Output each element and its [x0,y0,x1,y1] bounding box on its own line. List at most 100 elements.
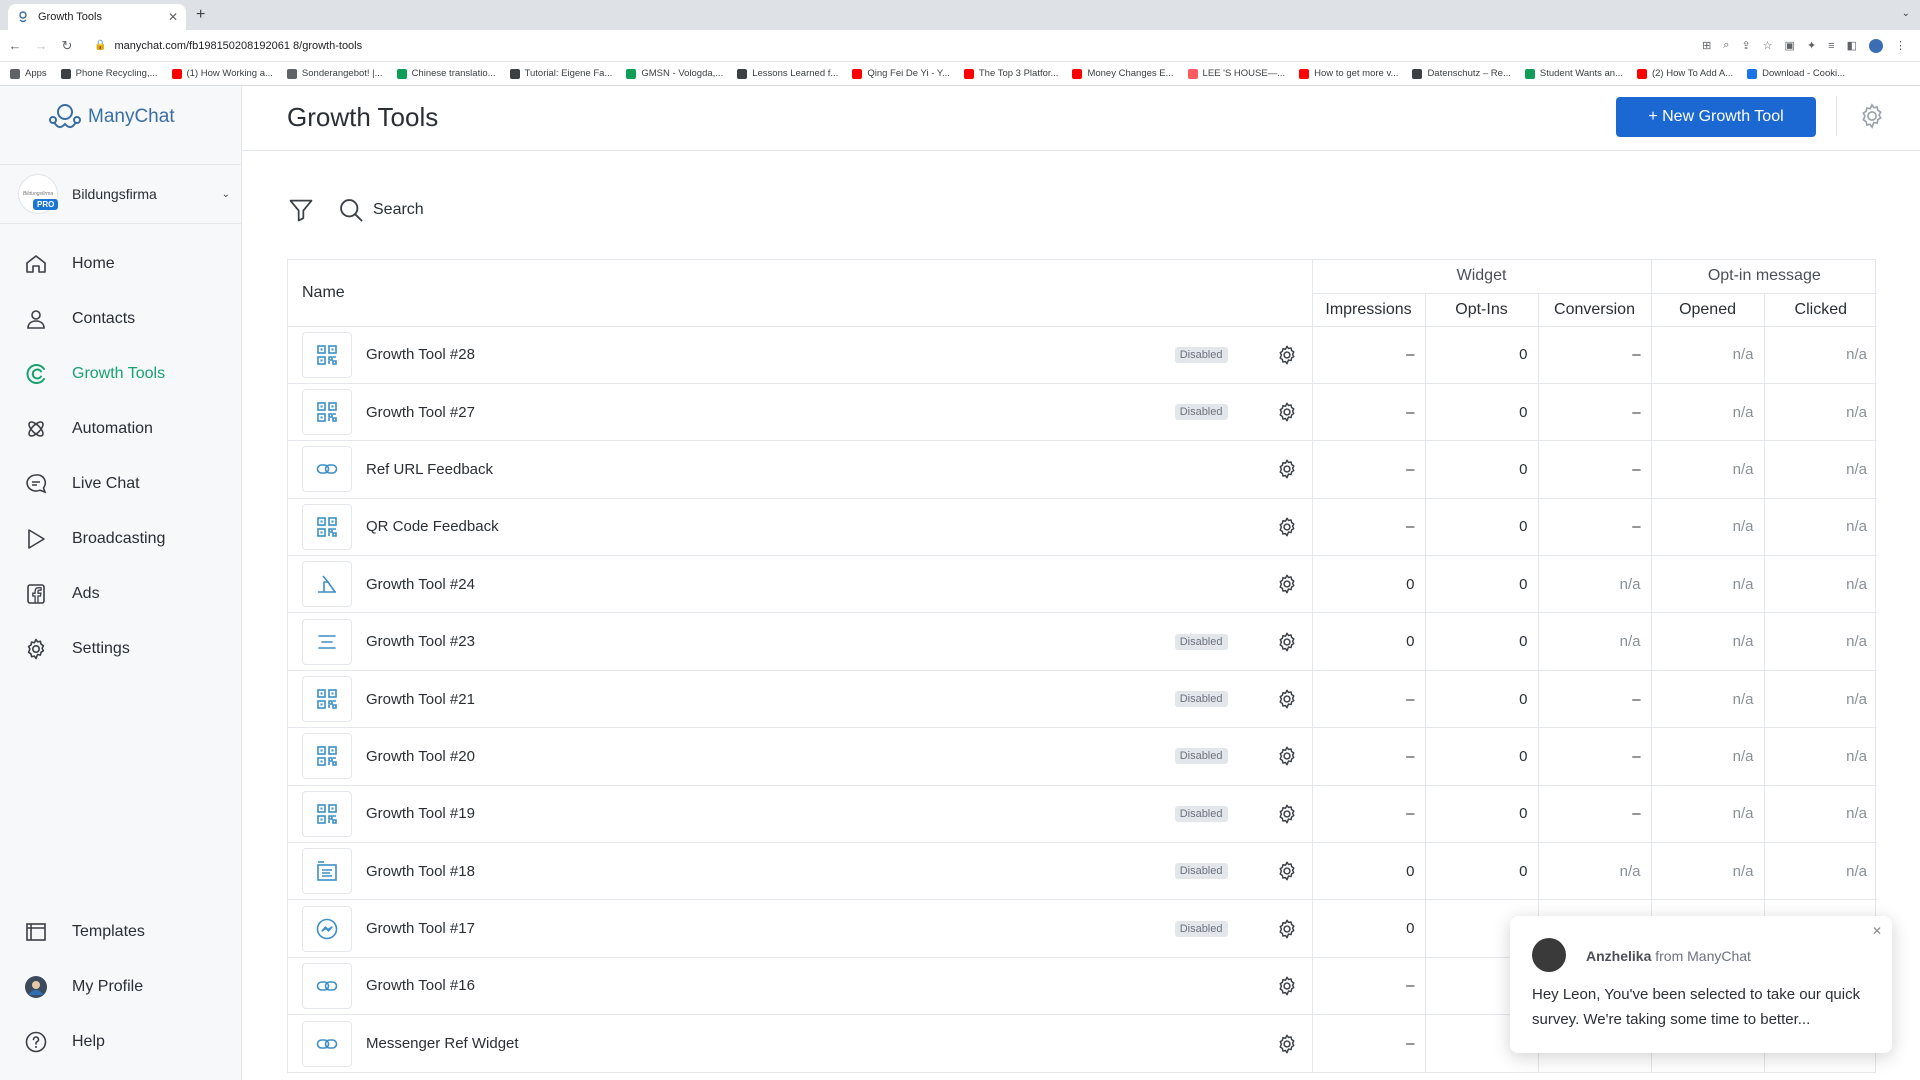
bookmark-item[interactable]: The Top 3 Platfor... [963,68,1058,79]
gear-icon[interactable] [1276,918,1298,940]
bookmark-item[interactable]: Datenschutz – Re... [1412,68,1511,79]
close-icon[interactable]: ✕ [1872,924,1882,938]
tab-close-icon[interactable]: ✕ [168,10,178,24]
bookmark-item[interactable]: (1) How Working a... [171,68,273,79]
table-row[interactable]: Ref URL Feedback –0– n/a n/a [288,440,1878,499]
name-column-header[interactable]: Name [288,260,1313,326]
reading-list-icon[interactable]: ≡ [1828,40,1834,52]
bookmark-item[interactable]: Phone Recycling,... [60,68,158,79]
tool-name-link[interactable]: Growth Tool #18 [366,863,1175,880]
table-row[interactable]: Growth Tool #27 Disabled –0– n/a n/a [288,383,1878,441]
gear-icon[interactable] [1276,803,1298,825]
bookmark-item[interactable]: Money Changes E... [1072,68,1174,79]
bookmark-item[interactable]: (2) How To Add A... [1636,68,1733,79]
tool-name-link[interactable]: Growth Tool #27 [366,404,1175,421]
table-row[interactable]: Growth Tool #24 0 0 n/a n/a n/a [288,555,1878,613]
tool-name-link[interactable]: Growth Tool #24 [366,576,1276,593]
optins-column-header[interactable]: Opt-Ins [1425,293,1539,327]
sidebar-item-growth-tools[interactable]: Growth Tools [0,346,242,401]
bookmark-item[interactable]: Apps [10,68,47,79]
sidebar-item-live-chat[interactable]: Live Chat [0,456,242,511]
table-row[interactable]: Growth Tool #21 Disabled –0– n/a n/a [288,670,1878,728]
tool-name-link[interactable]: Ref URL Feedback [366,461,1276,478]
star-icon[interactable]: ☆ [1763,39,1773,52]
bookmark-item[interactable]: Download - Cooki... [1747,68,1845,79]
reload-icon[interactable]: ↻ [56,38,78,54]
sidebar-item-home[interactable]: Home [0,236,242,291]
bookmark-item[interactable]: Tutorial: Eigene Fa... [509,68,612,79]
gear-icon[interactable] [1276,860,1298,882]
zoom-icon[interactable]: ⌕ [1723,39,1729,52]
bookmark-item[interactable]: Sonderangebot! |... [286,68,383,79]
tool-name-link[interactable]: Growth Tool #19 [366,805,1175,822]
puzzle-icon[interactable]: ✦ [1807,39,1816,52]
sidebar-item-my-profile[interactable]: My Profile [0,959,242,1014]
table-row[interactable]: Growth Tool #18 Disabled 0 0 n/a n/a n/a [288,842,1878,900]
bookmark-item[interactable]: Chinese translatio... [396,68,496,79]
tool-name-link[interactable]: Messenger Ref Widget [366,1035,1276,1052]
gear-icon[interactable] [1276,975,1298,997]
bookmark-favicon-icon [1747,68,1758,79]
table-row[interactable]: QR Code Feedback –0– n/a n/a [288,498,1878,556]
manychat-logo[interactable]: ManyChat [48,100,175,134]
bookmark-item[interactable]: LEE 'S HOUSE—... [1187,68,1285,79]
sidebar-item-automation[interactable]: Automation [0,401,242,456]
tool-name-link[interactable]: Growth Tool #17 [366,920,1175,937]
sidebar-item-templates[interactable]: Templates [0,904,242,959]
gear-icon[interactable] [1276,401,1298,423]
gear-icon[interactable] [1276,631,1298,653]
tab-search-chevron-icon[interactable]: ⌄ [1902,8,1910,19]
tool-name-link[interactable]: Growth Tool #20 [366,748,1175,765]
tool-name-link[interactable]: QR Code Feedback [366,518,1276,535]
bookmark-item[interactable]: GMSN - Vologda,... [626,68,723,79]
search-field[interactable]: Search [337,196,424,224]
clicked-column-header[interactable]: Clicked [1764,293,1878,327]
sidebar-item-ads[interactable]: Ads [0,566,242,621]
account-switcher[interactable]: Bildungsfirma PRO Bildungsfirma ⌄ [0,164,242,224]
table-row[interactable]: Growth Tool #28 Disabled –0– n/a n/a [288,326,1878,384]
gear-icon[interactable] [1276,1033,1298,1055]
bookmark-item[interactable]: Lessons Learned f... [737,68,838,79]
extension-icon[interactable]: ▣ [1785,39,1795,52]
table-row[interactable]: Growth Tool #20 Disabled –0– n/a n/a [288,727,1878,786]
conversion-column-header[interactable]: Conversion [1538,293,1652,327]
sidepanel-icon[interactable]: ◧ [1847,39,1857,52]
impressions-column-header[interactable]: Impressions [1312,293,1426,327]
bookmark-item[interactable]: How to get more v... [1299,68,1398,79]
table-row[interactable]: Growth Tool #23 Disabled 0 0 n/a n/a n/a [288,612,1878,671]
new-growth-tool-button[interactable]: + New Growth Tool [1616,97,1816,137]
table-row[interactable]: Growth Tool #19 Disabled –0– n/a n/a [288,785,1878,843]
menu-icon[interactable]: ⋮ [1895,39,1906,52]
back-icon[interactable]: ← [4,38,26,53]
gear-icon[interactable] [1276,745,1298,767]
gear-icon[interactable] [1276,344,1298,366]
browser-tab[interactable]: Growth Tools ✕ [8,4,186,30]
share-icon[interactable]: ⇪ [1741,39,1750,52]
filter-icon[interactable] [287,196,315,224]
forward-icon[interactable]: → [30,38,52,53]
bookmark-item[interactable]: Student Wants an... [1524,68,1623,79]
opened-column-header[interactable]: Opened [1651,293,1765,327]
tool-name-link[interactable]: Growth Tool #28 [366,346,1175,363]
url-field[interactable]: 🔒 manychat.com/fb198150208192061 8/growt… [94,34,1702,58]
gear-icon[interactable] [1858,102,1886,130]
chevron-down-icon[interactable]: ⌄ [222,189,230,200]
profile-icon[interactable] [1869,38,1883,53]
sidebar-item-contacts[interactable]: Contacts [0,291,242,346]
gear-icon[interactable] [1276,573,1298,595]
bookmark-item[interactable]: Qing Fei De Yi - Y... [852,68,950,79]
sidebar-item-broadcasting[interactable]: Broadcasting [0,511,242,566]
sidebar-item-help[interactable]: Help [0,1014,242,1069]
chat-popup[interactable]: ✕ Anzhelika from ManyChat Hey Leon, You'… [1510,916,1892,1053]
impressions-cell: 0 [1312,899,1426,958]
gear-icon[interactable] [1276,458,1298,480]
gear-icon[interactable] [1276,516,1298,538]
new-tab-icon[interactable]: + [196,6,205,24]
tool-name-link[interactable]: Growth Tool #16 [366,977,1276,994]
sidebar-item-settings[interactable]: Settings [0,621,242,676]
tool-name-link[interactable]: Growth Tool #23 [366,633,1175,650]
bookmarks-bar: Apps Phone Recycling,... (1) How Working a… [0,62,1920,86]
tool-name-link[interactable]: Growth Tool #21 [366,691,1175,708]
translate-icon[interactable]: ⊞ [1702,39,1711,52]
gear-icon[interactable] [1276,688,1298,710]
